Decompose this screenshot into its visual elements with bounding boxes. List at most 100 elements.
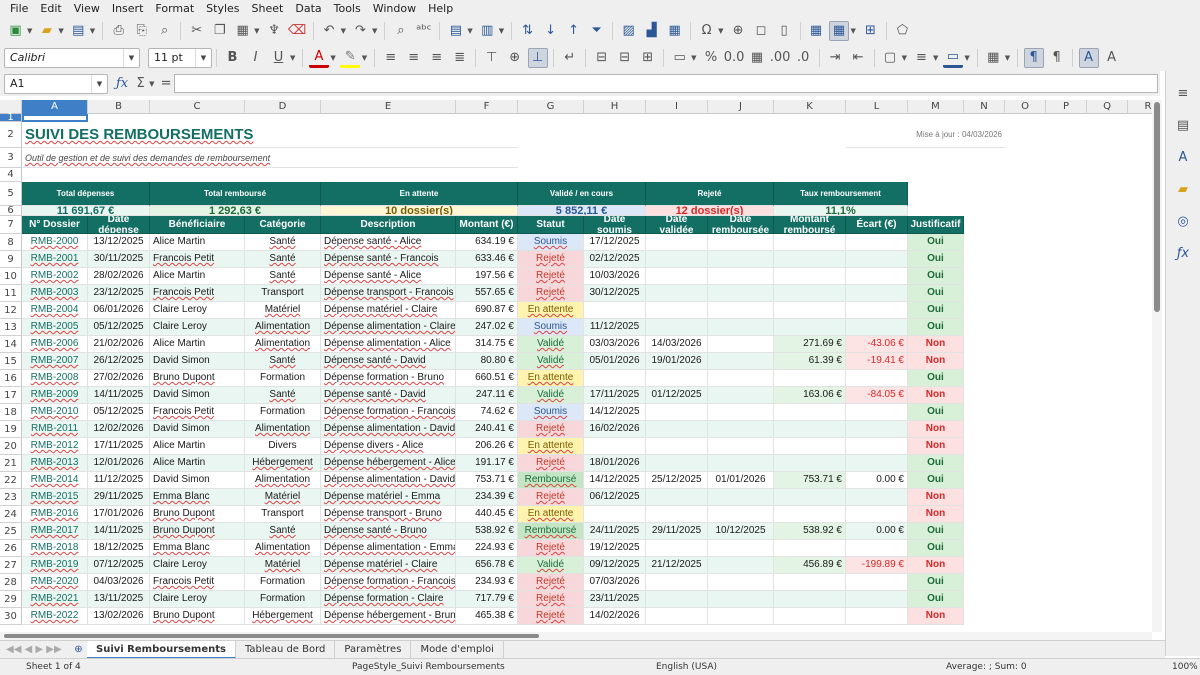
table-cell[interactable]: Francois Petit [150, 251, 245, 268]
table-cell[interactable]: David Simon [150, 472, 245, 489]
row-header[interactable]: 24 [0, 506, 22, 523]
table-cell[interactable]: Oui [908, 302, 964, 319]
summary-label[interactable]: Rejeté [646, 182, 774, 206]
border-color-icon[interactable]: ▭ [942, 48, 963, 68]
table-cell[interactable]: 12/01/2026 [88, 455, 150, 472]
table-cell[interactable]: Santé [245, 523, 321, 540]
table-cell[interactable]: En attente [518, 370, 584, 387]
table-cell[interactable]: RMB-2012 [22, 438, 88, 455]
summary-label[interactable]: En attente [321, 182, 518, 206]
table-cell[interactable]: Dépense hébergement - Bruno [321, 608, 456, 625]
table-header[interactable]: Montant remboursé [774, 216, 846, 234]
export-pdf-icon[interactable]: ⎙ [109, 21, 129, 41]
table-cell[interactable]: Remboursé [518, 523, 584, 540]
table-cell[interactable] [774, 608, 846, 625]
table-cell[interactable]: Santé [245, 251, 321, 268]
table-cell[interactable] [708, 353, 774, 370]
table-cell[interactable] [774, 268, 846, 285]
table-cell[interactable]: Non [908, 608, 964, 625]
table-cell[interactable]: RMB-2011 [22, 421, 88, 438]
table-cell[interactable]: -19.41 € [846, 353, 908, 370]
table-cell[interactable]: Dépense divers - Alice [321, 438, 456, 455]
table-cell[interactable]: RMB-2022 [22, 608, 88, 625]
table-cell[interactable] [708, 438, 774, 455]
define-print-area-icon[interactable]: ▦ [806, 21, 826, 41]
table-cell[interactable]: Non [908, 353, 964, 370]
table-cell[interactable]: Alimentation [245, 540, 321, 557]
table-header[interactable]: Justificatif [908, 216, 964, 234]
table-cell[interactable]: 19/01/2026 [646, 353, 708, 370]
table-cell[interactable]: 753.71 € [456, 472, 518, 489]
column-header[interactable]: R [1128, 100, 1152, 114]
row-header[interactable]: 12 [0, 302, 22, 319]
table-cell[interactable] [774, 234, 846, 251]
cells-area[interactable]: SUIVI DES REMBOURSEMENTS Mise à jour : 04… [22, 114, 1152, 632]
table-cell[interactable] [708, 285, 774, 302]
column-header[interactable]: Q [1087, 100, 1128, 114]
table-cell[interactable]: 74.62 € [456, 404, 518, 421]
table-cell[interactable]: Claire Leroy [150, 302, 245, 319]
table-cell[interactable]: En attente [518, 506, 584, 523]
row-header[interactable]: 27 [0, 557, 22, 574]
update-date[interactable]: Mise à jour : 04/03/2026 [846, 122, 1005, 148]
table-cell[interactable]: Non [908, 421, 964, 438]
table-cell[interactable] [708, 557, 774, 574]
spelling-icon[interactable]: ᵃᵇᶜ [414, 21, 434, 41]
add-sheet-icon[interactable]: ⊕ [72, 640, 86, 660]
table-cell[interactable]: Dépense santé - Bruno [321, 523, 456, 540]
sort-ascending-icon[interactable]: ↓ [541, 21, 561, 41]
table-cell[interactable] [646, 285, 708, 302]
row-header[interactable]: 17 [0, 387, 22, 404]
table-cell[interactable]: 206.26 € [456, 438, 518, 455]
row-header[interactable]: 6 [0, 206, 22, 216]
table-cell[interactable]: Alimentation [245, 472, 321, 489]
table-cell[interactable] [584, 506, 646, 523]
table-cell[interactable] [708, 591, 774, 608]
table-cell[interactable] [646, 455, 708, 472]
summary-label[interactable]: Taux remboursement [774, 182, 908, 206]
row-header[interactable]: 21 [0, 455, 22, 472]
table-cell[interactable]: 03/03/2026 [584, 336, 646, 353]
table-cell[interactable]: 09/12/2025 [584, 557, 646, 574]
chart-icon[interactable]: ▟ [642, 21, 662, 41]
table-header[interactable]: Description [321, 216, 456, 234]
table-cell[interactable]: 01/12/2025 [646, 387, 708, 404]
table-cell[interactable]: Oui [908, 591, 964, 608]
table-cell[interactable] [774, 574, 846, 591]
table-header[interactable]: Date soumis [584, 216, 646, 234]
summary-label[interactable]: Validé / en cours [518, 182, 646, 206]
table-cell[interactable]: Transport [245, 285, 321, 302]
table-cell[interactable]: Dépense hébergement - Alice [321, 455, 456, 472]
row-header[interactable]: 2 [0, 122, 22, 148]
table-cell[interactable] [846, 574, 908, 591]
column-header[interactable]: F [456, 100, 518, 114]
table-cell[interactable]: 02/12/2025 [584, 251, 646, 268]
table-cell[interactable]: Dépense transport - Francois [321, 285, 456, 302]
table-cell[interactable]: RMB-2000 [22, 234, 88, 251]
table-cell[interactable]: Oui [908, 319, 964, 336]
row-header[interactable]: 8 [0, 234, 22, 251]
table-cell[interactable]: 21/12/2025 [646, 557, 708, 574]
table-cell[interactable]: David Simon [150, 353, 245, 370]
sheet-title[interactable]: SUIVI DES REMBOURSEMENTS [22, 122, 518, 148]
column-header[interactable]: G [518, 100, 584, 114]
table-cell[interactable]: 05/01/2026 [584, 353, 646, 370]
table-cell[interactable] [846, 489, 908, 506]
highlight-color-icon[interactable]: ✎ [340, 48, 361, 68]
table-cell[interactable]: RMB-2021 [22, 591, 88, 608]
table-cell[interactable] [646, 540, 708, 557]
table-cell[interactable]: Bruno Dupont [150, 506, 245, 523]
table-cell[interactable]: 28/02/2026 [88, 268, 150, 285]
table-cell[interactable]: Bruno Dupont [150, 608, 245, 625]
table-cell[interactable]: Dépense alimentation - David [321, 421, 456, 438]
table-cell[interactable]: 17/11/2025 [88, 438, 150, 455]
freeze-rows-columns-icon[interactable]: ▦ [829, 20, 850, 41]
row-header[interactable]: 16 [0, 370, 22, 387]
table-header[interactable]: Statut [518, 216, 584, 234]
table-cell[interactable]: 29/11/2025 [88, 489, 150, 506]
table-cell[interactable]: 717.79 € [456, 591, 518, 608]
headers-footers-icon[interactable]: ▯ [774, 21, 794, 41]
sheet-subtitle[interactable]: Outil de gestion et de suivi des demande… [22, 148, 518, 168]
table-cell[interactable] [708, 421, 774, 438]
table-cell[interactable]: Francois Petit [150, 574, 245, 591]
